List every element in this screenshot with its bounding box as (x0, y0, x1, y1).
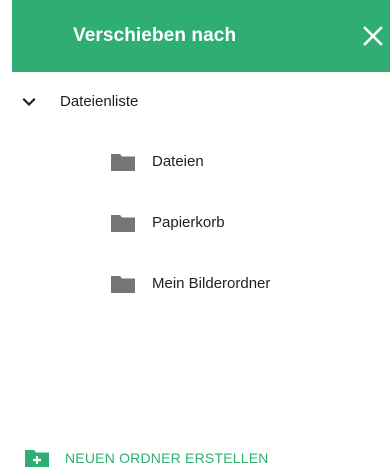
folder-item-mein-bilderordner[interactable]: Mein Bilderordner (110, 270, 270, 298)
tree-root-item[interactable]: Dateienliste (20, 88, 138, 116)
close-icon (363, 26, 383, 46)
chevron-down-icon[interactable] (20, 93, 38, 111)
dialog-title: Verschieben nach (73, 25, 237, 46)
dialog-header: Verschieben nach (12, 0, 390, 72)
folder-icon (110, 152, 136, 172)
folder-plus-icon (25, 449, 49, 467)
folder-icon (110, 274, 136, 294)
folder-item-papierkorb[interactable]: Papierkorb (110, 209, 225, 237)
move-dialog: Verschieben nach Dateienliste Dateien Pa… (0, 0, 390, 467)
new-folder-button[interactable]: NEUEN ORDNER ERSTELLEN (25, 448, 269, 467)
close-button[interactable] (362, 25, 384, 47)
new-folder-label: NEUEN ORDNER ERSTELLEN (65, 450, 269, 466)
folder-label: Dateien (152, 153, 204, 170)
tree-root-label: Dateienliste (60, 93, 139, 110)
folder-item-dateien[interactable]: Dateien (110, 148, 204, 176)
folder-icon (110, 213, 136, 233)
folder-label: Papierkorb (152, 214, 225, 231)
folder-label: Mein Bilderordner (152, 275, 271, 292)
